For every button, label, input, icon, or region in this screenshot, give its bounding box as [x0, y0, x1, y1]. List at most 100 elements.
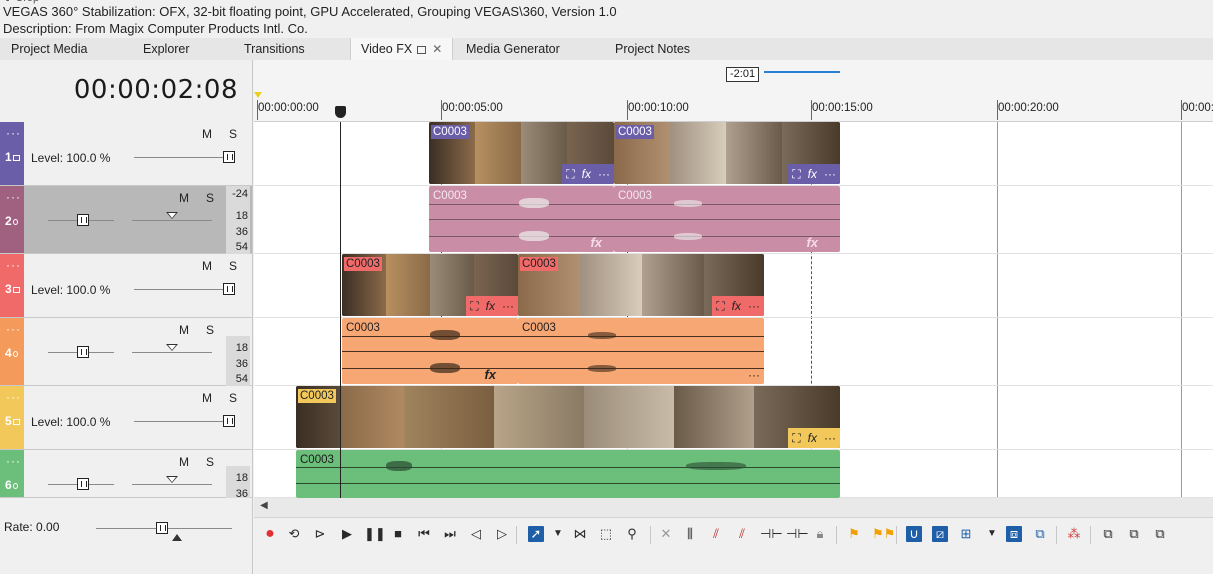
video-clip[interactable]: C0003 ⛶ fx ··· — [614, 122, 840, 184]
audio-clip[interactable]: C0003 fx — [429, 186, 614, 252]
trim-start-icon[interactable]: ⫽ — [708, 526, 724, 542]
track-header-2[interactable]: ··· 2 M S -24 18 36 54 — [0, 186, 252, 254]
more-icon[interactable]: ··· — [748, 368, 760, 382]
next-frame-icon[interactable]: ▷ — [494, 526, 510, 542]
horizontal-scrollbar[interactable]: ◀ — [254, 498, 1213, 518]
region-start-marker[interactable] — [254, 92, 262, 98]
crop-icon[interactable]: ⛶ — [470, 299, 478, 314]
pan-slider[interactable] — [132, 220, 212, 221]
more-icon[interactable]: ··· — [824, 167, 836, 181]
stop-icon[interactable]: ■ — [390, 526, 406, 542]
auto-ripple-icon[interactable]: ⧄ — [932, 526, 948, 542]
more-icon[interactable]: ··· — [502, 299, 514, 313]
selection-tool-icon[interactable]: ⬚ — [598, 526, 614, 542]
envelope-tool-icon[interactable]: ⋈ — [572, 526, 588, 542]
track-menu-icon[interactable]: ··· — [6, 258, 21, 272]
rate-slider-thumb[interactable] — [156, 522, 168, 534]
level-slider-thumb[interactable] — [223, 151, 235, 163]
tab-video-fx[interactable]: Video FX ✕ — [350, 38, 454, 60]
prev-frame-icon[interactable]: ◁ — [468, 526, 484, 542]
track-header-1[interactable]: ··· 1 M S Level: 100.0 % — [0, 122, 252, 186]
trim-end-icon[interactable]: ⫽ — [734, 526, 750, 542]
solo-button[interactable]: S — [206, 191, 214, 205]
audio-clip[interactable]: C0003 ··· — [518, 318, 764, 384]
solo-button[interactable]: S — [229, 259, 237, 273]
fx-icon[interactable]: fx — [806, 235, 818, 250]
solo-button[interactable]: S — [206, 323, 214, 337]
pan-slider-thumb[interactable] — [166, 476, 178, 483]
track-menu-icon[interactable]: ··· — [6, 390, 21, 404]
video-clip[interactable]: C0003 ⛶ fx ··· — [429, 122, 614, 184]
audio-clip[interactable]: C0003 — [296, 450, 840, 498]
play-icon[interactable]: ▶ — [339, 526, 355, 542]
marker-icon[interactable]: ⚑ — [846, 526, 862, 542]
level-slider[interactable] — [134, 289, 234, 290]
close-icon[interactable]: ✕ — [432, 42, 442, 56]
normal-edit-tool-icon[interactable]: ➚ — [528, 526, 544, 542]
level-slider[interactable] — [134, 157, 234, 158]
ripple-mode-icon[interactable]: ⊞ — [958, 526, 974, 542]
dropdown-icon[interactable]: ▼ — [984, 526, 1000, 542]
fx-icon[interactable]: fx — [590, 235, 602, 250]
split-icon[interactable]: ⊣⊢ — [786, 526, 809, 542]
tab-transitions[interactable]: Transitions — [234, 38, 315, 60]
pan-slider[interactable] — [132, 352, 212, 353]
pause-icon[interactable]: ❚❚ — [364, 526, 386, 542]
track-menu-icon[interactable]: ··· — [6, 454, 21, 468]
solo-button[interactable]: S — [206, 455, 214, 469]
scroll-left-icon[interactable]: ◀ — [260, 500, 268, 511]
volume-slider-thumb[interactable] — [77, 478, 89, 490]
ignore-grouping-icon[interactable]: ⧉ — [1032, 526, 1048, 542]
track-color-bar[interactable]: ··· 2 — [0, 186, 24, 253]
delete-icon[interactable]: ✕ — [658, 526, 674, 542]
group-icon[interactable]: ⧉ — [1100, 526, 1116, 542]
level-slider[interactable] — [134, 421, 234, 422]
solo-button[interactable]: S — [229, 391, 237, 405]
pan-slider[interactable] — [132, 484, 212, 485]
mute-button[interactable]: M — [179, 323, 189, 337]
track-menu-icon[interactable]: ··· — [6, 322, 21, 336]
track-menu-icon[interactable]: ··· — [6, 190, 21, 204]
record-icon[interactable]: ● — [262, 526, 278, 542]
more-icon[interactable]: ··· — [824, 431, 836, 445]
audio-clip[interactable]: C0003 fx — [614, 186, 840, 252]
track-color-bar[interactable]: ··· 5 — [0, 386, 24, 449]
track-color-bar[interactable]: ··· 6 — [0, 450, 24, 497]
timeline-area[interactable]: -2:01 00:00:00:00 00:00:05:00 00:00:10:0… — [254, 60, 1213, 498]
volume-slider-thumb[interactable] — [77, 346, 89, 358]
track-header-3[interactable]: ··· 3 M S Level: 100.0 % — [0, 254, 252, 318]
pan-slider-thumb[interactable] — [166, 212, 178, 219]
ungroup-icon[interactable]: ⧉ — [1126, 526, 1142, 542]
remove-group-icon[interactable]: ⧉ — [1152, 526, 1168, 542]
mute-button[interactable]: M — [202, 259, 212, 273]
crop-icon[interactable]: ⛶ — [566, 167, 574, 182]
crop-icon[interactable]: ⛶ — [716, 299, 724, 314]
next-marker-icon[interactable]: ⏭ — [442, 526, 458, 542]
video-clip[interactable]: C0003 ⛶ fx ··· — [518, 254, 764, 316]
fx-icon[interactable]: fx — [808, 167, 817, 181]
audio-clip[interactable]: C0003 fx — [342, 318, 518, 384]
level-slider-thumb[interactable] — [223, 415, 235, 427]
trim-icon[interactable]: ⫼ — [682, 526, 698, 542]
playhead-handle[interactable] — [335, 106, 346, 118]
track-color-bar[interactable]: ··· 4 — [0, 318, 24, 385]
track-header-4[interactable]: ··· 4 M S 18 36 54 — [0, 318, 252, 386]
tab-project-notes[interactable]: Project Notes — [605, 38, 700, 60]
play-from-start-icon[interactable]: ⊳ — [312, 526, 328, 542]
lock-icon[interactable]: 🔒︎ — [812, 526, 828, 542]
track-color-bar[interactable]: ··· 3 — [0, 254, 24, 317]
mute-button[interactable]: M — [179, 455, 189, 469]
track-color-bar[interactable]: ··· 1 — [0, 122, 24, 185]
mute-button[interactable]: M — [179, 191, 189, 205]
cursor-timecode[interactable]: 00:00:02:08 — [0, 75, 238, 105]
more-icon[interactable]: ··· — [598, 167, 610, 181]
level-slider-thumb[interactable] — [223, 283, 235, 295]
fx-icon[interactable]: fx — [808, 431, 817, 445]
dropdown-icon[interactable]: ▼ — [550, 526, 566, 542]
pan-slider-thumb[interactable] — [166, 344, 178, 351]
track-header-6[interactable]: ··· 6 M S 18 36 — [0, 450, 252, 500]
mute-button[interactable]: M — [202, 127, 212, 141]
mute-button[interactable]: M — [202, 391, 212, 405]
fx-icon[interactable]: fx — [484, 367, 496, 382]
crop-icon[interactable]: ⛶ — [792, 167, 800, 182]
